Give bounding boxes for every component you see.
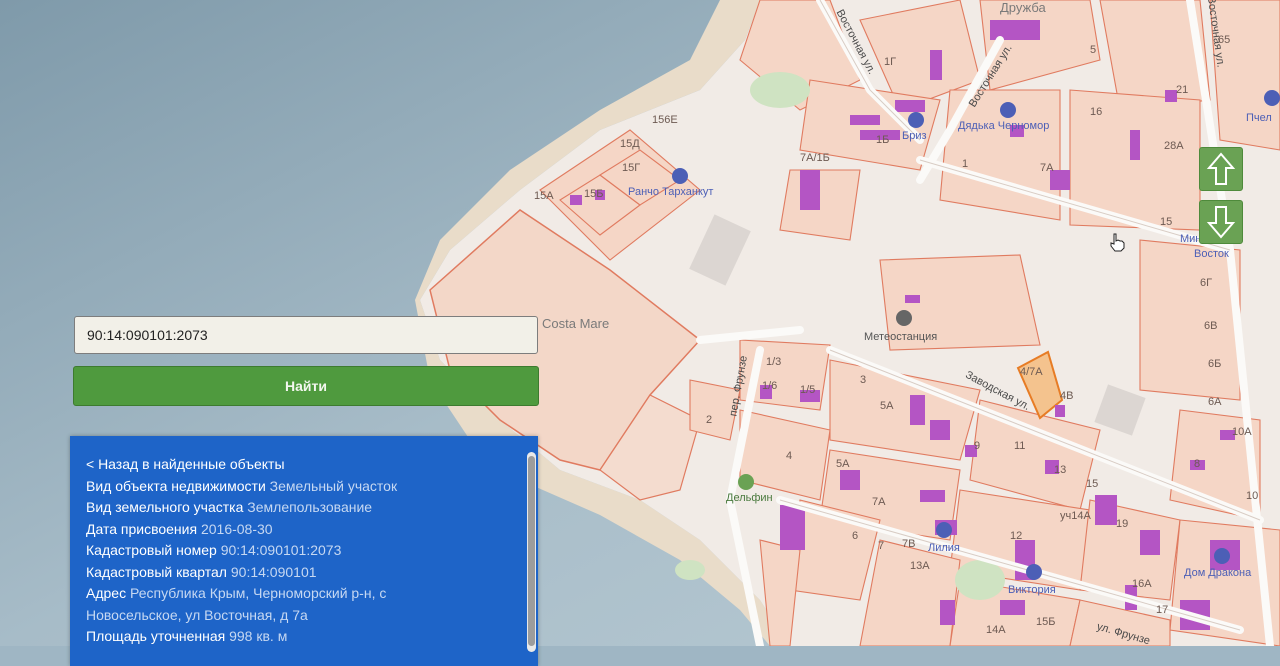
poi-label-meteo[interactable]: Метеостанция [864, 331, 937, 343]
parcel-num: 19 [1116, 518, 1129, 530]
parcel-num: 6 [852, 530, 859, 542]
poi-label-rancho[interactable]: Ранчо Тарханкут [628, 186, 713, 198]
parcel-num: 9 [974, 440, 981, 452]
parcel-num: 1/6 [762, 380, 778, 392]
info-row-area: Площадь уточненная 998 кв. м [86, 628, 288, 644]
info-row-object-type: Вид объекта недвижимости Земельный участ… [86, 477, 398, 494]
parcel-num: 15 [1160, 216, 1173, 228]
parcel-num: 15А [534, 190, 554, 202]
parcel-num: 1Б [876, 134, 890, 146]
parcel-num: 65 [1218, 34, 1231, 46]
poi-label-vostok[interactable]: Восток [1194, 248, 1229, 260]
parcel-num: 16 [1090, 106, 1103, 118]
back-to-results-link[interactable]: < Назад в найденные объекты [86, 454, 522, 476]
info-row-land-type: Вид земельного участка Землепользование [86, 499, 373, 515]
scrollbar-thumb[interactable] [528, 456, 535, 646]
parcel-num: 1/5 [800, 384, 816, 396]
parcel-num: 5 [1090, 44, 1097, 56]
parcel-num: 8 [1194, 458, 1201, 470]
place-label-druzhba: Дружба [1000, 0, 1046, 15]
parcel-num: 21 [1176, 84, 1189, 96]
parcel-num: 10 [1246, 490, 1259, 502]
map-down-button[interactable] [1199, 200, 1243, 244]
poi-label-dom-drakona[interactable]: Дом Дракона [1184, 567, 1251, 579]
object-info-panel: < Назад в найденные объекты Вид объекта … [70, 436, 538, 666]
parcel-num: 4 [786, 450, 793, 462]
parcel-num: уч14А [1060, 510, 1091, 522]
parcel-num: 11 [1014, 440, 1026, 452]
parcel-num: 2 [706, 414, 713, 426]
parcel-num: 15Д [620, 138, 640, 150]
parcel-num: 3 [860, 374, 867, 386]
parcel-num: 7А [872, 496, 886, 508]
info-row-assign-date: Дата присвоения 2016-08-30 [86, 520, 273, 537]
parcel-num: 28А [1164, 140, 1184, 152]
info-row-cadastral-number: Кадастровый номер 90:14:090101:2073 [86, 542, 342, 558]
parcel-num: 4В [1060, 390, 1074, 402]
info-row-address: Адрес Республика Крым, Черноморский р-н,… [86, 585, 387, 601]
info-row-cadastral-quarter: Кадастровый квартал 90:14:090101 [86, 563, 317, 580]
hand-cursor-icon [1110, 233, 1125, 252]
place-label-costa-mare: Costa Mare [542, 316, 610, 331]
map-up-button[interactable] [1199, 147, 1243, 191]
arrow-up-icon [1206, 152, 1236, 185]
arrow-down-icon [1206, 206, 1236, 239]
parcel-num: 6Г [1200, 277, 1213, 289]
parcel-num: 7А/1Б [800, 152, 830, 164]
poi-label-viktoriya[interactable]: Виктория [1008, 584, 1056, 596]
poi-label-delfin[interactable]: Дельфин [726, 492, 773, 504]
poi-label-liliya[interactable]: Лилия [928, 542, 960, 554]
parcel-num: 4/7А [1020, 366, 1043, 378]
parcel-num: 7 [878, 540, 885, 552]
parcel-num: 15Г [622, 162, 641, 174]
parcel-num: 6Б [1208, 358, 1222, 370]
cadastral-search-input[interactable] [74, 316, 538, 354]
find-button[interactable]: Найти [73, 366, 539, 406]
parcel-num: 6В [1204, 320, 1218, 332]
info-row-address-cont: Новосельское, ул Восточная, д 7а [86, 606, 308, 623]
parcel-num: 15Б [584, 188, 604, 200]
poi-label-briz[interactable]: Бриз [902, 130, 927, 142]
parcel-num: 1Г [884, 56, 897, 68]
parcel-num: 1/3 [766, 356, 782, 368]
parcel-num: 6А [1208, 396, 1222, 408]
parcel-num: 156Е [652, 114, 678, 126]
parcel-num: 15Б [1036, 616, 1056, 628]
parcel-num: 1 [962, 158, 969, 170]
poi-label-pchel[interactable]: Пчел [1246, 112, 1272, 124]
parcel-num: 12 [1010, 530, 1023, 542]
parcel-num: 5А [836, 458, 850, 470]
poi-label-dyadka[interactable]: Дядька Черномор [958, 120, 1049, 132]
parcel-num: 13А [910, 560, 930, 572]
parcel-num: 7А [1040, 162, 1054, 174]
parcel-num: 14А [986, 624, 1006, 636]
parcel-num: 16А [1132, 578, 1152, 590]
parcel-num: 7В [902, 538, 916, 550]
parcel-num: 10А [1232, 426, 1252, 438]
parcel-num: 15 [1086, 478, 1099, 490]
parcel-num: 13 [1054, 464, 1067, 476]
parcel-num: 5А [880, 400, 894, 412]
info-panel-scrollbar[interactable] [527, 452, 536, 652]
parcel-num: 17 [1156, 604, 1169, 616]
